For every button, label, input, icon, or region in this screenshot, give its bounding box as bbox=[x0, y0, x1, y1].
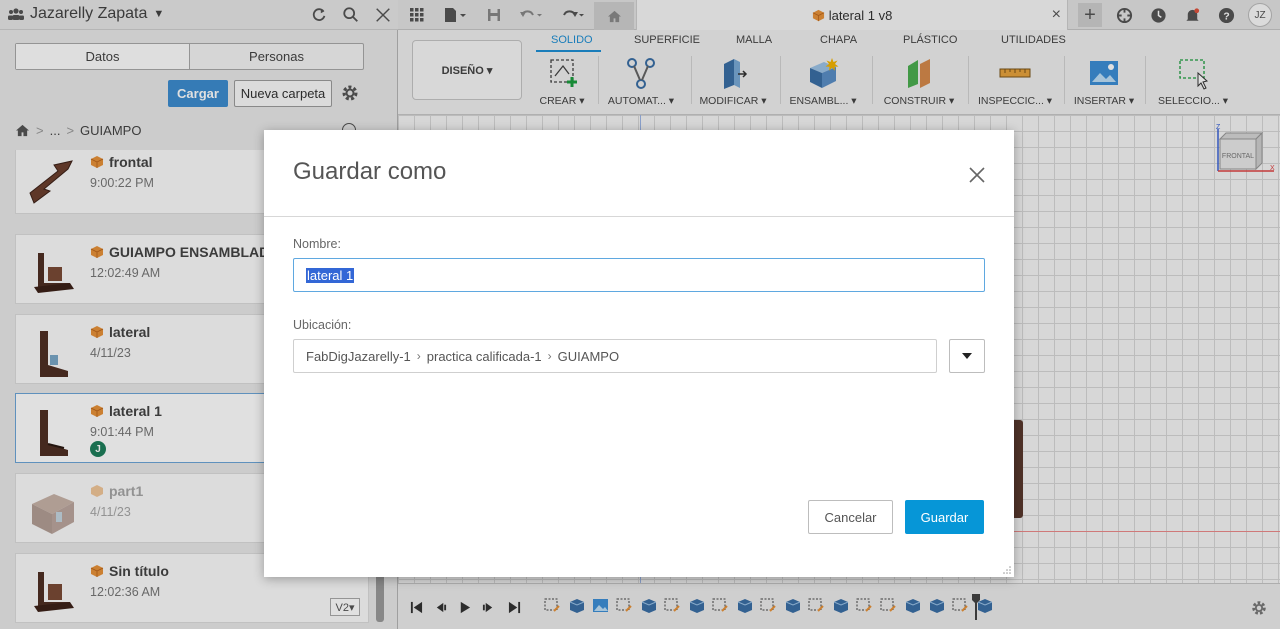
modal-overlay: Guardar como Nombre: lateral 1 Ubicación… bbox=[0, 0, 1280, 629]
name-label: Nombre: bbox=[293, 237, 341, 251]
close-icon[interactable] bbox=[966, 164, 988, 186]
resize-grip-icon[interactable] bbox=[1003, 566, 1011, 574]
save-as-dialog: Guardar como Nombre: lateral 1 Ubicación… bbox=[264, 130, 1014, 577]
save-button[interactable]: Guardar bbox=[905, 500, 984, 534]
location-segment: practica calificada-1 bbox=[426, 348, 542, 364]
location-segment: GUIAMPO bbox=[557, 348, 620, 364]
cancel-button[interactable]: Cancelar bbox=[808, 500, 893, 534]
location-label: Ubicación: bbox=[293, 318, 352, 332]
location-path: FabDigJazarelly-1 › practica calificada-… bbox=[293, 339, 937, 373]
location-segment: FabDigJazarelly-1 bbox=[306, 348, 411, 364]
location-dropdown-button[interactable] bbox=[949, 339, 985, 373]
caret-down-icon bbox=[962, 353, 972, 359]
chevron-right-icon: › bbox=[547, 349, 552, 363]
dialog-divider bbox=[264, 216, 1014, 217]
chevron-right-icon: › bbox=[416, 349, 421, 363]
dialog-title: Guardar como bbox=[293, 158, 447, 185]
name-input[interactable]: lateral 1 bbox=[293, 258, 985, 292]
name-input-value: lateral 1 bbox=[306, 267, 355, 283]
